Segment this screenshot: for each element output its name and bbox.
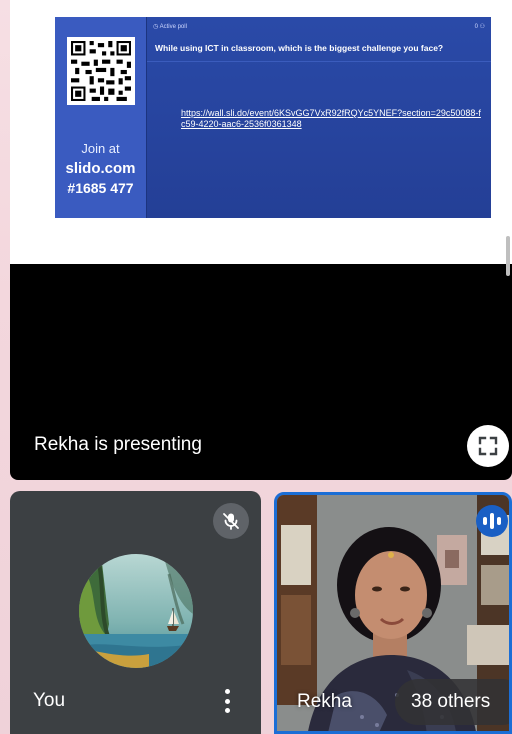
scrollbar[interactable] <box>506 200 512 480</box>
avatar-landscape-image <box>79 554 193 668</box>
remote-name-label: Rekha <box>297 691 352 712</box>
remote-video-tile[interactable]: Rekha 38 others <box>274 492 512 734</box>
shared-slide: Join at slido.com #1685 477 ◷ Active pol… <box>10 0 512 264</box>
mic-off-icon <box>213 503 249 539</box>
qr-code-icon <box>70 41 131 101</box>
poll-count: 0 ⚇ <box>475 23 485 30</box>
others-count-button[interactable]: 38 others <box>395 679 509 725</box>
poll-status-label: Active poll <box>159 23 187 30</box>
join-site: slido.com <box>65 160 136 177</box>
poll-link[interactable]: https://wall.sli.do/event/6KSvGG7VxR92fR… <box>181 108 481 130</box>
presentation-stage: Rekha is presenting <box>10 264 512 480</box>
slido-join-panel: Join at slido.com #1685 477 <box>55 17 146 218</box>
participants-icon: ⚇ <box>479 23 485 30</box>
fullscreen-icon <box>478 436 498 456</box>
poll-count-value: 0 <box>474 23 478 30</box>
poll-question: While using ICT in classroom, which is t… <box>147 43 491 62</box>
poll-status: ◷ Active poll <box>153 23 187 30</box>
slido-poll-card: Join at slido.com #1685 477 ◷ Active pol… <box>55 17 491 218</box>
join-label: Join at <box>81 141 120 156</box>
speaking-indicator-icon <box>476 505 508 537</box>
more-options-icon[interactable] <box>220 687 234 715</box>
self-video-tile[interactable]: You <box>10 491 261 734</box>
join-code: #1685 477 <box>67 180 134 196</box>
qr-code <box>66 37 135 105</box>
self-name-label: You <box>33 690 66 711</box>
scrollbar-thumb[interactable] <box>506 236 510 276</box>
avatar <box>79 554 193 668</box>
fullscreen-button[interactable] <box>467 425 509 467</box>
presenting-label: Rekha is presenting <box>34 434 202 455</box>
poll-status-icon: ◷ <box>153 23 159 30</box>
poll-panel: ◷ Active poll 0 ⚇ While using ICT in cla… <box>146 17 491 218</box>
poll-topbar: ◷ Active poll 0 ⚇ <box>147 17 491 35</box>
